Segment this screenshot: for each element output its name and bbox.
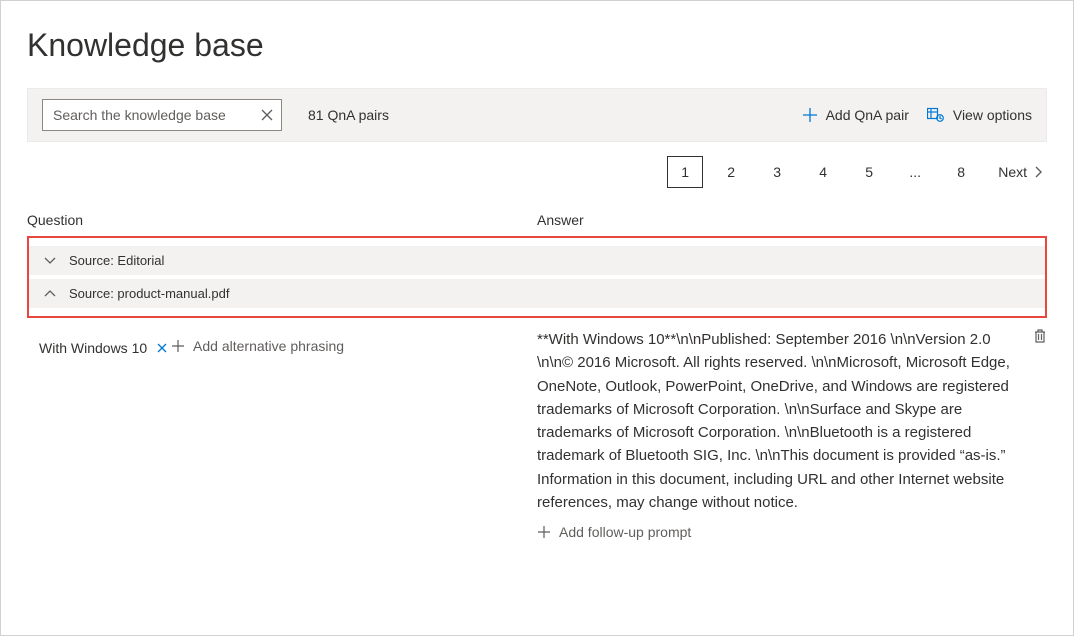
plus-icon	[537, 525, 551, 539]
question-column-header: Question	[27, 212, 537, 228]
source-product-manual-row[interactable]: Source: product-manual.pdf	[29, 279, 1045, 308]
page-2[interactable]: 2	[713, 156, 749, 188]
sources-highlight: Source: Editorial Source: product-manual…	[27, 236, 1047, 318]
search-box[interactable]	[42, 99, 282, 131]
pagination: 1 2 3 4 5 ... 8 Next	[27, 156, 1047, 188]
chevron-down-icon	[39, 256, 61, 266]
source-product-manual-label: Source: product-manual.pdf	[69, 286, 229, 301]
page-ellipsis: ...	[897, 156, 933, 188]
plus-icon	[802, 107, 818, 123]
page-next-label: Next	[998, 164, 1027, 180]
answer-cell: **With Windows 10**\n\nPublished: Septem…	[537, 328, 1047, 542]
chevron-right-icon	[1033, 166, 1043, 178]
page-3[interactable]: 3	[759, 156, 795, 188]
toolbar: 81 QnA pairs Add QnA pair View options	[27, 88, 1047, 142]
add-follow-up-prompt-button[interactable]: Add follow-up prompt	[537, 524, 691, 540]
view-options-label: View options	[953, 107, 1032, 123]
column-headers: Question Answer	[27, 212, 1047, 228]
add-alternative-phrasing-button[interactable]: Add alternative phrasing	[171, 338, 344, 354]
page-4[interactable]: 4	[805, 156, 841, 188]
page-next[interactable]: Next	[998, 164, 1043, 180]
add-alternative-phrasing-label: Add alternative phrasing	[193, 338, 344, 354]
source-editorial-label: Source: Editorial	[69, 253, 164, 268]
plus-icon	[171, 339, 185, 353]
source-editorial-row[interactable]: Source: Editorial	[29, 246, 1045, 275]
delete-qna-icon[interactable]	[1033, 328, 1047, 344]
question-chip[interactable]: With Windows 10	[39, 338, 167, 358]
add-follow-up-prompt-label: Add follow-up prompt	[559, 524, 691, 540]
add-qna-pair-button[interactable]: Add QnA pair	[802, 107, 909, 123]
answer-text[interactable]: **With Windows 10**\n\nPublished: Septem…	[537, 328, 1017, 514]
page-title: Knowledge base	[27, 27, 1047, 64]
remove-question-icon[interactable]	[157, 343, 167, 353]
add-qna-pair-label: Add QnA pair	[826, 107, 909, 123]
view-options-icon	[927, 107, 945, 123]
qna-row: With Windows 10 Add alternative phrasing…	[27, 328, 1047, 542]
question-text: With Windows 10	[39, 340, 147, 356]
page-5[interactable]: 5	[851, 156, 887, 188]
page-1[interactable]: 1	[667, 156, 703, 188]
question-cell: With Windows 10 Add alternative phrasing	[27, 328, 537, 542]
clear-search-icon[interactable]	[261, 109, 273, 121]
page-8[interactable]: 8	[943, 156, 979, 188]
answer-column-header: Answer	[537, 212, 1047, 228]
view-options-button[interactable]: View options	[927, 107, 1032, 123]
search-input[interactable]	[51, 106, 261, 124]
chevron-up-icon	[39, 289, 61, 299]
pair-count-label: 81 QnA pairs	[308, 107, 389, 123]
